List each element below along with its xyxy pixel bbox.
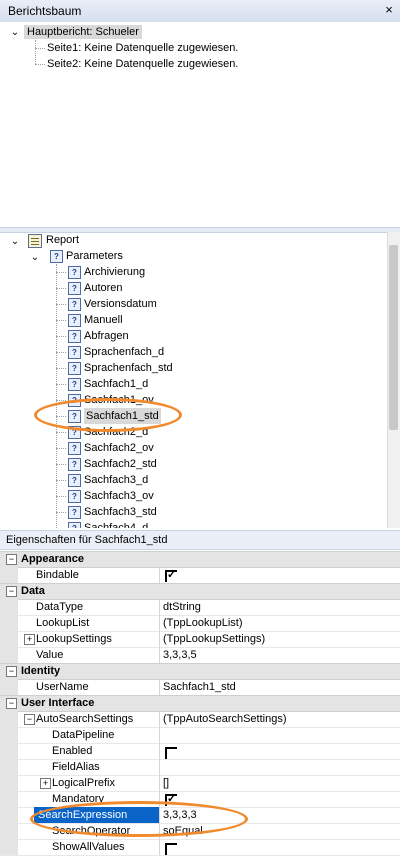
prop-row-value[interactable]: Value 3,3,3,5 [0, 647, 400, 664]
prop-row-fieldalias[interactable]: FieldAlias [0, 759, 400, 776]
tree-node-page2[interactable]: Seite2: Keine Datenquelle zugewiesen. [47, 56, 238, 72]
parameter-icon: ? [68, 490, 81, 503]
parameter-icon: ? [68, 282, 81, 295]
tree-node-parameter[interactable]: Abfragen [84, 328, 129, 344]
collapse-icon[interactable]: − [6, 666, 17, 677]
category-user-interface[interactable]: − User Interface [0, 695, 400, 712]
tree-node-parameter[interactable]: Archivierung [84, 264, 145, 280]
report-tree: ⌄ Hauptbericht: Schueler Seite1: Keine D… [0, 22, 400, 227]
prop-row-lookupsettings[interactable]: + LookupSettings (TppLookupSettings) [0, 631, 400, 648]
category-identity[interactable]: − Identity [0, 663, 400, 680]
parameter-tree: ⌄ Report ⌄ ? Parameters ? Archivierung? Au… [0, 232, 386, 528]
bindable-checkbox[interactable] [165, 568, 177, 582]
collapse-icon[interactable]: ⌄ [10, 237, 20, 247]
expand-icon[interactable]: + [40, 778, 51, 789]
parameter-icon: ? [68, 426, 81, 439]
prop-row-showallvalues[interactable]: ShowAllValues [0, 839, 400, 856]
category-appearance[interactable]: − Appearance [0, 551, 400, 568]
tree-node-parameter[interactable]: Sachfach3_std [84, 504, 157, 520]
properties-header: Eigenschaften für Sachfach1_std [0, 530, 400, 550]
searchexpression-input[interactable]: 3,3,3,3 [163, 807, 197, 823]
tree-node-parameter[interactable]: Sachfach3_d [84, 472, 148, 488]
parameter-icon: ? [68, 442, 81, 455]
collapse-icon[interactable]: − [6, 698, 17, 709]
tree-scrollbar-thumb[interactable] [389, 245, 398, 430]
tree-node-parameter[interactable]: Sachfach2_std [84, 456, 157, 472]
parameter-icon: ? [68, 378, 81, 391]
property-grid: − Appearance Bindable − Data DataType dt… [0, 549, 400, 860]
prop-row-mandatory[interactable]: Mandatory [0, 791, 400, 808]
properties-title: Eigenschaften für Sachfach1_std [6, 534, 168, 546]
tree-node-parameter[interactable]: Sachfach3_ov [84, 488, 154, 504]
collapse-icon[interactable]: − [24, 714, 35, 725]
tree-node-main-report[interactable]: Hauptbericht: Schueler [24, 24, 142, 40]
parameter-icon: ? [68, 314, 81, 327]
prop-row-username[interactable]: UserName Sachfach1_std [0, 679, 400, 696]
tree-node-parameter[interactable]: Sachfach1_ov [84, 392, 154, 408]
expand-icon[interactable]: + [24, 634, 35, 645]
prop-row-lookuplist[interactable]: LookupList (TppLookupList) [0, 615, 400, 632]
tree-node-parameter[interactable]: Sachfach4_d [84, 520, 148, 528]
tree-node-parameter[interactable]: Sachfach2_ov [84, 440, 154, 456]
parameter-icon: ? [68, 362, 81, 375]
showallvalues-checkbox[interactable] [165, 843, 177, 855]
tree-node-parameter[interactable]: Sachfach1_std [84, 408, 161, 424]
prop-row-enabled[interactable]: Enabled [0, 743, 400, 760]
parameter-icon: ? [68, 458, 81, 471]
tree-node-parameter[interactable]: Autoren [84, 280, 123, 296]
prop-row-autosearchsettings[interactable]: − AutoSearchSettings (TppAutoSearchSetti… [0, 711, 400, 728]
parameters-icon: ? [50, 250, 63, 263]
prop-row-datatype[interactable]: DataType dtString [0, 599, 400, 616]
tree-node-page1[interactable]: Seite1: Keine Datenquelle zugewiesen. [47, 40, 238, 56]
prop-row-datapipeline[interactable]: DataPipeline [0, 727, 400, 744]
close-icon[interactable]: × [382, 3, 396, 17]
parameter-icon: ? [68, 298, 81, 311]
prop-row-searchoperator[interactable]: SearchOperator soEqual [0, 823, 400, 840]
tree-node-parameter[interactable]: Sprachenfach_d [84, 344, 164, 360]
parameter-icon: ? [68, 346, 81, 359]
parameter-icon: ? [68, 330, 81, 343]
tree-node-parameter[interactable]: Sachfach2_d [84, 424, 148, 440]
prop-row-bindable[interactable]: Bindable [0, 567, 400, 584]
collapse-icon[interactable]: − [6, 554, 17, 565]
mandatory-checkbox[interactable] [165, 792, 177, 806]
panel-titlebar: Berichtsbaum × [0, 0, 400, 23]
parameter-icon: ? [68, 410, 81, 423]
tree-node-parameter[interactable]: Sachfach1_d [84, 376, 148, 392]
tree-node-parameter[interactable]: Versionsdatum [84, 296, 157, 312]
tree-node-report[interactable]: Report [46, 232, 79, 248]
parameter-icon: ? [68, 522, 81, 528]
collapse-icon[interactable]: ⌄ [10, 28, 20, 38]
tree-node-parameter[interactable]: Sprachenfach_std [84, 360, 173, 376]
category-data[interactable]: − Data [0, 583, 400, 600]
collapse-icon[interactable]: ⌄ [30, 253, 40, 263]
prop-row-searchexpression[interactable]: SearchExpression 3,3,3,3 [0, 807, 400, 824]
enabled-checkbox[interactable] [165, 747, 177, 759]
prop-row-logicalprefix[interactable]: + LogicalPrefix [] [0, 775, 400, 792]
parameter-icon: ? [68, 394, 81, 407]
report-icon [28, 234, 42, 248]
parameter-icon: ? [68, 474, 81, 487]
parameter-icon: ? [68, 266, 81, 279]
tree-node-parameter[interactable]: Manuell [84, 312, 123, 328]
parameter-icon: ? [68, 506, 81, 519]
panel-title: Berichtsbaum [8, 4, 82, 18]
tree-node-parameters[interactable]: Parameters [66, 248, 123, 264]
collapse-icon[interactable]: − [6, 586, 17, 597]
